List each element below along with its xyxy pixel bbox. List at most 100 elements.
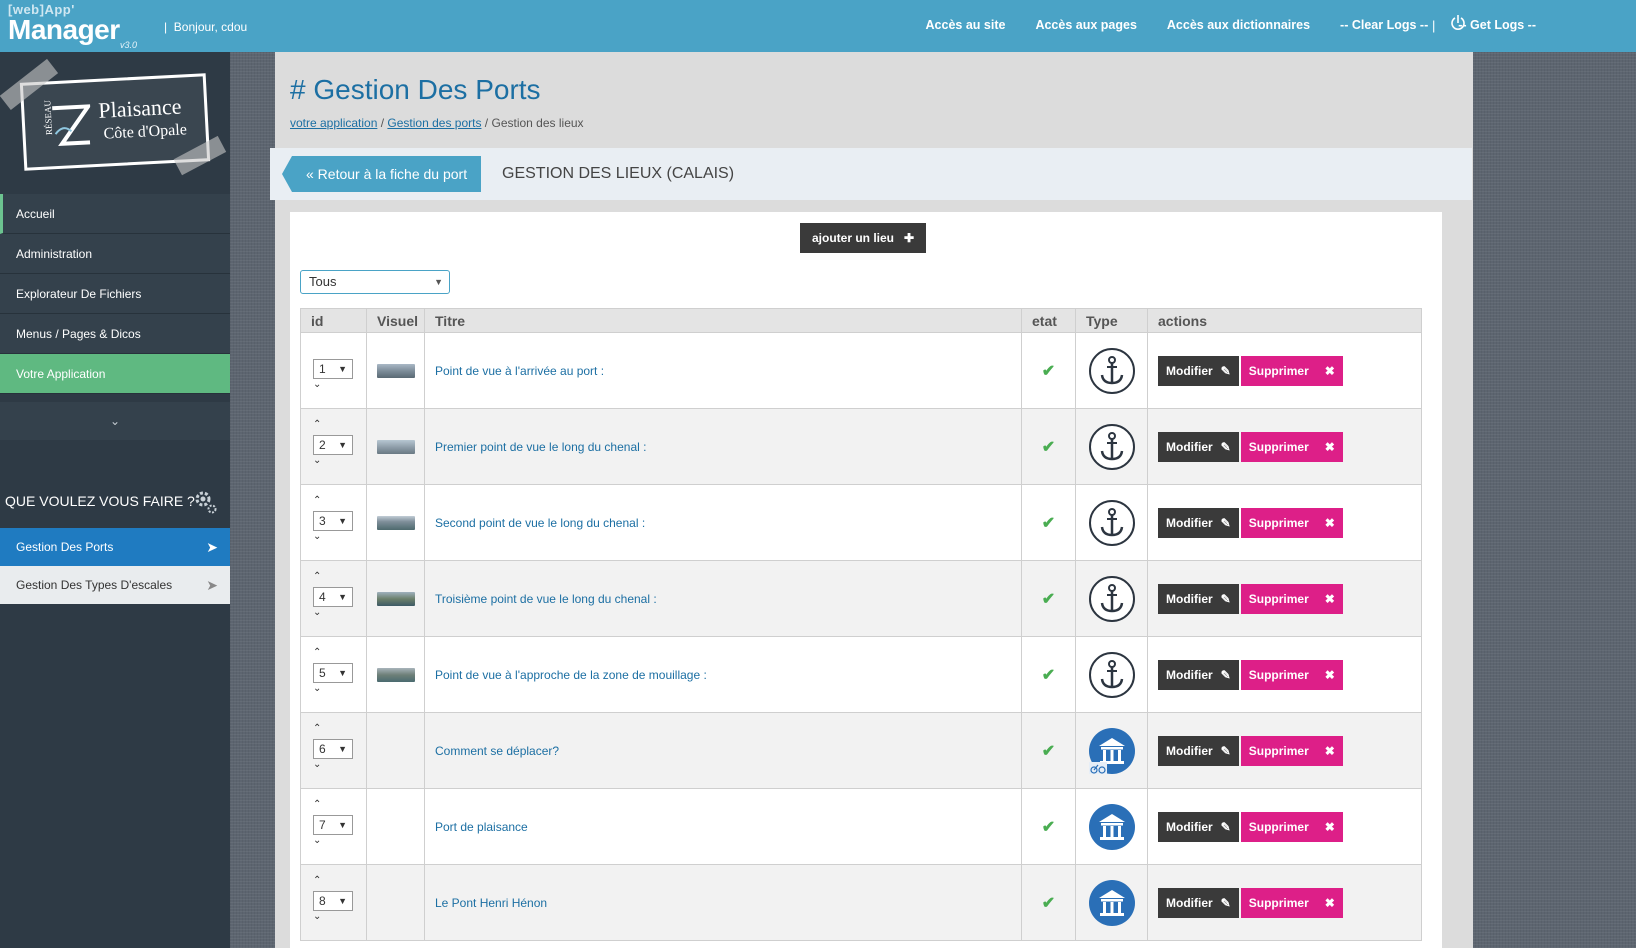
check-icon[interactable]: ✔ <box>1022 361 1075 381</box>
delete-button[interactable]: Supprimer ✖ <box>1240 887 1343 918</box>
delete-button[interactable]: Supprimer ✖ <box>1240 811 1343 842</box>
delete-button[interactable]: Supprimer ✖ <box>1240 355 1343 386</box>
move-down-icon[interactable]: ⌄ <box>313 835 321 846</box>
col-header-id[interactable]: id <box>300 308 367 333</box>
sidebar-item-accueil[interactable]: Accueil <box>0 194 230 234</box>
order-select[interactable]: 2 ▼ <box>313 435 353 455</box>
table-row: ⌃ 7 ▼ ⌄ Port de plaisance ✔ Modifier ✎ Supprimer… <box>300 788 1422 865</box>
order-select[interactable]: 4 ▼ <box>313 587 353 607</box>
modify-button[interactable]: Modifier ✎ <box>1158 355 1239 386</box>
modify-button[interactable]: Modifier ✎ <box>1158 659 1239 690</box>
modify-button[interactable]: Modifier ✎ <box>1158 507 1239 538</box>
title-cell: Troisième point de vue le long du chenal… <box>424 560 1022 637</box>
move-up-icon[interactable]: ⌃ <box>313 495 321 506</box>
move-up-icon[interactable]: ⌃ <box>313 875 321 886</box>
delete-label: Supprimer <box>1248 363 1309 378</box>
breadcrumb-link-application[interactable]: votre application <box>290 116 377 130</box>
nav-clear-logs[interactable]: -- Clear Logs -- <box>1340 18 1428 32</box>
move-down-icon[interactable]: ⌄ <box>313 379 321 390</box>
power-icon[interactable] <box>1450 14 1466 32</box>
sidebar-sub-gestion-ports[interactable]: Gestion Des Ports ➤ <box>0 528 230 566</box>
move-down-icon[interactable]: ⌄ <box>313 759 321 770</box>
move-down-icon[interactable]: ⌄ <box>313 911 321 922</box>
move-down-icon[interactable]: ⌄ <box>313 607 321 618</box>
nav-acces-dictionnaires[interactable]: Accès aux dictionnaires <box>1167 18 1310 32</box>
order-select[interactable]: 3 ▼ <box>313 511 353 531</box>
delete-button[interactable]: Supprimer ✖ <box>1240 735 1343 766</box>
sidebar-item-menus[interactable]: Menus / Pages & Dicos <box>0 314 230 354</box>
id-cell: ⌃ 7 ▼ ⌄ <box>300 788 367 865</box>
title-cell: Port de plaisance <box>424 788 1022 865</box>
sidebar-item-administration[interactable]: Administration <box>0 234 230 274</box>
nav-acces-site[interactable]: Accès au site <box>926 18 1006 32</box>
order-select[interactable]: 6 ▼ <box>313 739 353 759</box>
visual-cell <box>366 636 425 713</box>
place-title-link[interactable]: Point de vue à l'approche de la zone de … <box>435 668 707 682</box>
building-icon <box>1088 879 1135 926</box>
state-cell: ✔ <box>1021 332 1076 409</box>
caret-down-icon: ▼ <box>338 668 347 678</box>
place-title-link[interactable]: Second point de vue le long du chenal : <box>435 516 645 530</box>
app-logo[interactable]: [web]App' Manager v3.0 <box>8 2 138 50</box>
modify-button[interactable]: Modifier ✎ <box>1158 431 1239 462</box>
sidebar-item-explorateur[interactable]: Explorateur De Fichiers <box>0 274 230 314</box>
breadcrumb-link-ports[interactable]: Gestion des ports <box>387 116 481 130</box>
check-icon[interactable]: ✔ <box>1022 741 1075 761</box>
order-value: 2 <box>319 438 326 452</box>
modify-button[interactable]: Modifier ✎ <box>1158 887 1239 918</box>
visual-cell <box>366 560 425 637</box>
move-down-icon[interactable]: ⌄ <box>313 531 321 542</box>
places-table: id Visuel Titre etat Type actions 1 ▼ ⌄ Poi… <box>300 308 1422 941</box>
order-value: 6 <box>319 742 326 756</box>
check-icon[interactable]: ✔ <box>1022 513 1075 533</box>
nav-acces-pages[interactable]: Accès aux pages <box>1035 18 1136 32</box>
building-bike-icon <box>1088 727 1135 774</box>
add-place-button[interactable]: ajouter un lieu ✚ <box>800 223 927 253</box>
modify-button[interactable]: Modifier ✎ <box>1158 583 1239 614</box>
modify-button[interactable]: Modifier ✎ <box>1158 811 1239 842</box>
state-cell: ✔ <box>1021 636 1076 713</box>
order-select[interactable]: 7 ▼ <box>313 815 353 835</box>
logo-version: v3.0 <box>120 40 138 50</box>
move-up-icon[interactable]: ⌃ <box>313 571 321 582</box>
delete-button[interactable]: Supprimer ✖ <box>1240 507 1343 538</box>
move-down-icon[interactable]: ⌄ <box>313 683 321 694</box>
pencil-icon: ✎ <box>1220 439 1231 454</box>
check-icon[interactable]: ✔ <box>1022 893 1075 913</box>
sidebar-sub-gestion-types[interactable]: Gestion Des Types D'escales ➤ <box>0 566 230 604</box>
place-title-link[interactable]: Le Pont Henri Hénon <box>435 896 547 910</box>
title-cell: Second point de vue le long du chenal : <box>424 484 1022 561</box>
type-cell <box>1075 484 1148 561</box>
filter-select[interactable]: Tous ▼ <box>300 270 450 294</box>
check-icon[interactable]: ✔ <box>1022 437 1075 457</box>
place-title-link[interactable]: Port de plaisance <box>435 820 528 834</box>
delete-button[interactable]: Supprimer ✖ <box>1240 431 1343 462</box>
move-up-icon[interactable]: ⌃ <box>313 647 321 658</box>
order-select[interactable]: 8 ▼ <box>313 891 353 911</box>
move-down-icon[interactable]: ⌄ <box>313 455 321 466</box>
modify-button[interactable]: Modifier ✎ <box>1158 735 1239 766</box>
nav-get-logs[interactable]: -- Get Logs -- <box>1458 18 1536 32</box>
sidebar-item-votre-application[interactable]: Votre Application <box>0 354 230 394</box>
id-cell: ⌃ 8 ▼ ⌄ <box>300 864 367 941</box>
back-button[interactable]: « Retour à la fiche du port <box>281 156 482 192</box>
place-title-link[interactable]: Troisième point de vue le long du chenal… <box>435 592 657 606</box>
move-up-icon[interactable]: ⌃ <box>313 419 321 430</box>
delete-label: Supprimer <box>1248 819 1309 834</box>
chevron-down-icon[interactable]: ⌄ <box>0 402 230 440</box>
check-icon[interactable]: ✔ <box>1022 589 1075 609</box>
order-select[interactable]: 5 ▼ <box>313 663 353 683</box>
delete-button[interactable]: Supprimer ✖ <box>1240 583 1343 614</box>
place-title-link[interactable]: Comment se déplacer? <box>435 744 559 758</box>
col-header-titre[interactable]: Titre <box>424 308 1022 333</box>
delete-button[interactable]: Supprimer ✖ <box>1240 659 1343 690</box>
check-icon[interactable]: ✔ <box>1022 665 1075 685</box>
id-cell: ⌃ 5 ▼ ⌄ <box>300 636 367 713</box>
order-select[interactable]: 1 ▼ <box>313 359 353 379</box>
move-up-icon[interactable]: ⌃ <box>313 723 321 734</box>
place-title-link[interactable]: Premier point de vue le long du chenal : <box>435 440 646 454</box>
anchor-icon <box>1088 347 1135 394</box>
check-icon[interactable]: ✔ <box>1022 817 1075 837</box>
place-title-link[interactable]: Point de vue à l'arrivée au port : <box>435 364 604 378</box>
move-up-icon[interactable]: ⌃ <box>313 799 321 810</box>
